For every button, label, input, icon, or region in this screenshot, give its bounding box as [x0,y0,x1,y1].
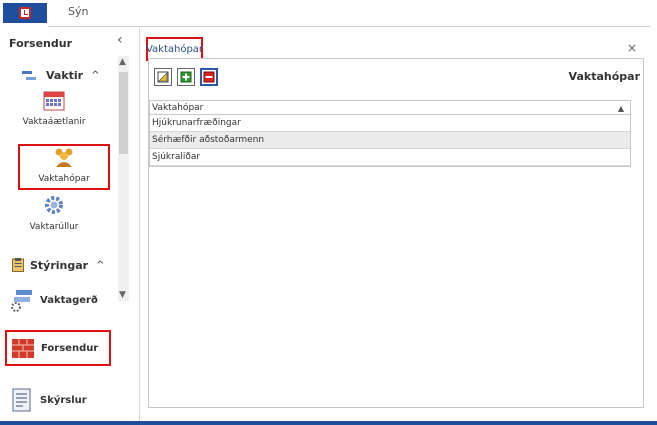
remove-button[interactable] [200,68,218,86]
nav-label: Forsendur [41,342,99,354]
table-row[interactable]: Sjúkraliðar [150,149,630,166]
calendar-icon [43,91,65,111]
plus-icon [180,71,192,83]
ribbon: Sýn [0,0,657,28]
report-icon [12,388,31,412]
pencil-icon [157,71,169,83]
table-cell: Sjúkraliðar [152,152,201,162]
scroll-down-icon[interactable]: ▼ [119,290,126,300]
brick-wall-icon [12,339,34,358]
add-button[interactable] [177,68,195,86]
table-cell: Hjúkrunarfræðingar [152,118,241,128]
tab-view[interactable]: Sýn [68,5,88,18]
close-icon[interactable]: × [627,41,637,55]
nav-item-vaktaaaetlanir[interactable]: Vaktaáætlanir [6,89,102,135]
nav-item-vaktarullur[interactable]: Vaktarúllur [6,194,102,240]
clipboard-icon [12,258,24,272]
table-row[interactable]: Sérhæfðir aðstoðarmenn [150,132,630,149]
nav-skyrslur[interactable]: Skýrslur [10,386,87,414]
nav-label: Skýrslur [40,394,87,406]
navigation-pane: Forsendur ‹ ▲ ▼ Vaktir ^ Vaktaáætlanir V… [0,28,140,422]
nav-scrollbar[interactable]: ▲ ▼ [118,56,129,301]
edit-button[interactable] [154,68,172,86]
document-tab-label: Vaktahópar [145,43,204,55]
table-cell: Sérhæfðir aðstoðarmenn [152,135,265,145]
sort-ascending-icon: ▲ [617,104,624,113]
shift-type-icon [11,290,32,312]
people-group-icon [55,148,73,167]
collapse-pane-icon[interactable]: ‹ [117,32,123,48]
scroll-up-icon[interactable]: ▲ [119,57,126,67]
minus-icon [203,71,215,83]
column-header-label: Vaktahópar [152,102,204,113]
clock-icon [19,7,31,19]
nav-pane-title: Forsendur [9,37,73,50]
chevron-up-icon[interactable]: ^ [91,70,99,81]
scrollbar-thumb[interactable] [119,72,128,154]
nav-vaktagerd[interactable]: Vaktagerð [10,286,98,314]
chevron-up-icon[interactable]: ^ [96,260,104,271]
group-styringar-label: Stýringar [30,258,89,272]
shifts-group-icon [22,70,36,80]
ribbon-divider [48,26,650,27]
table-row[interactable]: Hjúkrunarfræðingar [150,115,630,132]
group-vaktir-label: Vaktir [46,69,84,82]
nav-label: Vaktagerð [40,294,98,306]
group-styringar[interactable]: Stýringar ^ [12,258,105,272]
panel-title: Vaktahópar [568,70,640,83]
vaktahopar-panel: Vaktahópar Vaktahópar ▲ Hjúkrunarfræðing… [148,58,644,408]
status-bar [0,421,657,425]
nav-item-label: Vaktarúllur [29,222,79,232]
nav-forsendur[interactable]: Forsendur [5,330,111,366]
group-vaktir[interactable]: Vaktir ^ [22,69,100,82]
nav-item-label: Vaktahópar [38,174,90,184]
grid-column-header[interactable]: Vaktahópar ▲ [150,101,630,115]
gear-icon [45,196,63,214]
vaktahopar-grid: Vaktahópar ▲ Hjúkrunarfræðingar Sérhæfði… [149,100,631,167]
nav-item-label: Vaktaáætlanir [22,117,86,127]
grid-toolbar [154,68,218,86]
nav-item-vaktahopar[interactable]: Vaktahópar [18,144,110,190]
main-content: Vaktahópar × Vaktahópar Vaktahópar ▲ Hjú… [141,28,653,422]
app-menu-button[interactable] [3,3,47,23]
